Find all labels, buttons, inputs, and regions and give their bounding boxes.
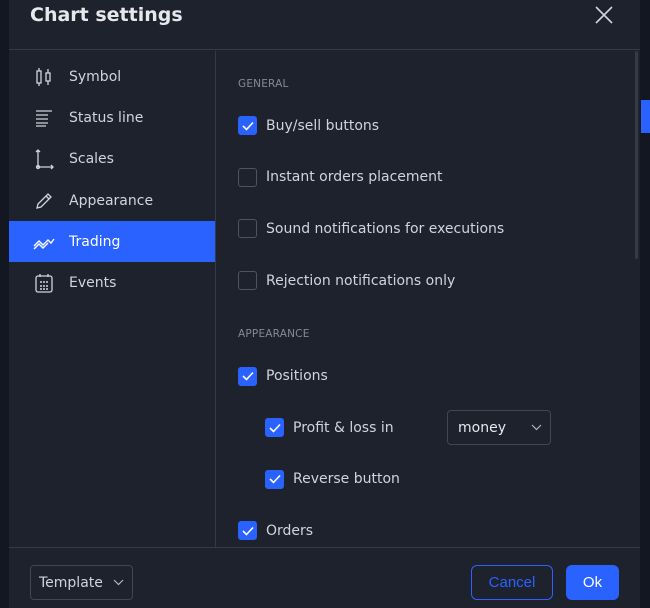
sidebar-item-label: Events — [69, 275, 117, 292]
option-label: Reverse button — [293, 471, 400, 488]
checkmark-icon — [241, 526, 254, 536]
background-chart-fragment — [641, 100, 650, 133]
option-label: Buy/sell buttons — [266, 117, 380, 134]
sidebar-item-trading[interactable]: Trading — [9, 221, 215, 263]
option-reverse-button: Reverse button — [217, 454, 640, 506]
checkbox[interactable] — [238, 271, 257, 291]
chevron-down-icon — [113, 579, 124, 586]
section-heading-general: GENERAL — [238, 78, 289, 90]
sidebar-item-label: Status line — [69, 109, 144, 126]
sidebar-item-label: Symbol — [69, 68, 122, 85]
option-label: Rejection notifications only — [266, 272, 456, 289]
candlestick-icon — [36, 67, 51, 86]
checkbox[interactable] — [265, 469, 284, 489]
checkbox[interactable] — [238, 167, 257, 187]
option-rejection-notifications: Rejection notifications only — [217, 255, 640, 307]
option-label: Positions — [266, 368, 328, 385]
option-label: Profit & loss in — [293, 419, 394, 436]
option-label: Sound notifications for executions — [266, 220, 505, 237]
option-label: Instant orders placement — [266, 169, 443, 186]
checkbox[interactable] — [238, 366, 257, 386]
dialog-footer: Template Cancel Ok — [9, 547, 640, 608]
option-instant-orders: Instant orders placement — [217, 152, 640, 204]
dialog-title: Chart settings — [30, 4, 183, 26]
option-orders: Orders — [217, 505, 640, 547]
section-heading-appearance: APPEARANCE — [238, 328, 310, 341]
checkmark-icon — [241, 372, 254, 381]
sidebar-item-scales[interactable]: Scales — [9, 139, 215, 180]
template-dropdown[interactable]: Template — [30, 565, 133, 600]
close-icon[interactable] — [594, 5, 614, 25]
sidebar-item-label: Scales — [69, 151, 114, 168]
checkmark-icon — [241, 121, 254, 131]
option-profit-loss: Profit & loss in money — [217, 402, 640, 454]
sidebar-item-events[interactable]: Events — [9, 262, 215, 303]
checkbox[interactable] — [238, 521, 257, 541]
sidebar-item-label: Appearance — [69, 192, 154, 209]
trading-settings-panel: GENERAL Buy/sell buttons Instant orders … — [217, 51, 640, 547]
sidebar-item-symbol[interactable]: Symbol — [9, 56, 215, 97]
template-label: Template — [39, 574, 103, 591]
option-positions: Positions — [217, 350, 640, 402]
option-sound-notifications: Sound notifications for executions — [217, 203, 640, 255]
profit-loss-unit-select[interactable]: money — [447, 410, 551, 446]
sidebar-item-status-line[interactable]: Status line — [9, 97, 215, 138]
checkbox[interactable] — [238, 116, 257, 136]
calendar-icon — [35, 274, 53, 293]
pencil-icon — [36, 192, 52, 209]
option-label: Orders — [266, 522, 314, 539]
trading-icon — [33, 238, 55, 250]
status-line-icon — [36, 110, 52, 127]
sidebar-item-appearance[interactable]: Appearance — [9, 180, 215, 221]
dialog-header: Chart settings — [9, 0, 640, 50]
checkbox[interactable] — [265, 418, 284, 438]
scales-icon — [35, 149, 54, 170]
sidebar-item-label: Trading — [69, 233, 121, 250]
ok-button[interactable]: Ok — [566, 565, 619, 600]
checkbox[interactable] — [238, 219, 257, 239]
chevron-down-icon — [531, 424, 542, 431]
checkmark-icon — [268, 475, 281, 485]
settings-sidebar: Symbol Status line Scales Appearance Tra… — [9, 51, 216, 547]
option-buy-sell-buttons: Buy/sell buttons — [217, 100, 640, 152]
chart-settings-dialog: Chart settings Symbol Status line Scales… — [9, 0, 640, 608]
checkmark-icon — [268, 423, 281, 433]
scrollbar[interactable] — [635, 51, 638, 259]
select-value: money — [458, 419, 506, 436]
cancel-button[interactable]: Cancel — [471, 565, 553, 600]
